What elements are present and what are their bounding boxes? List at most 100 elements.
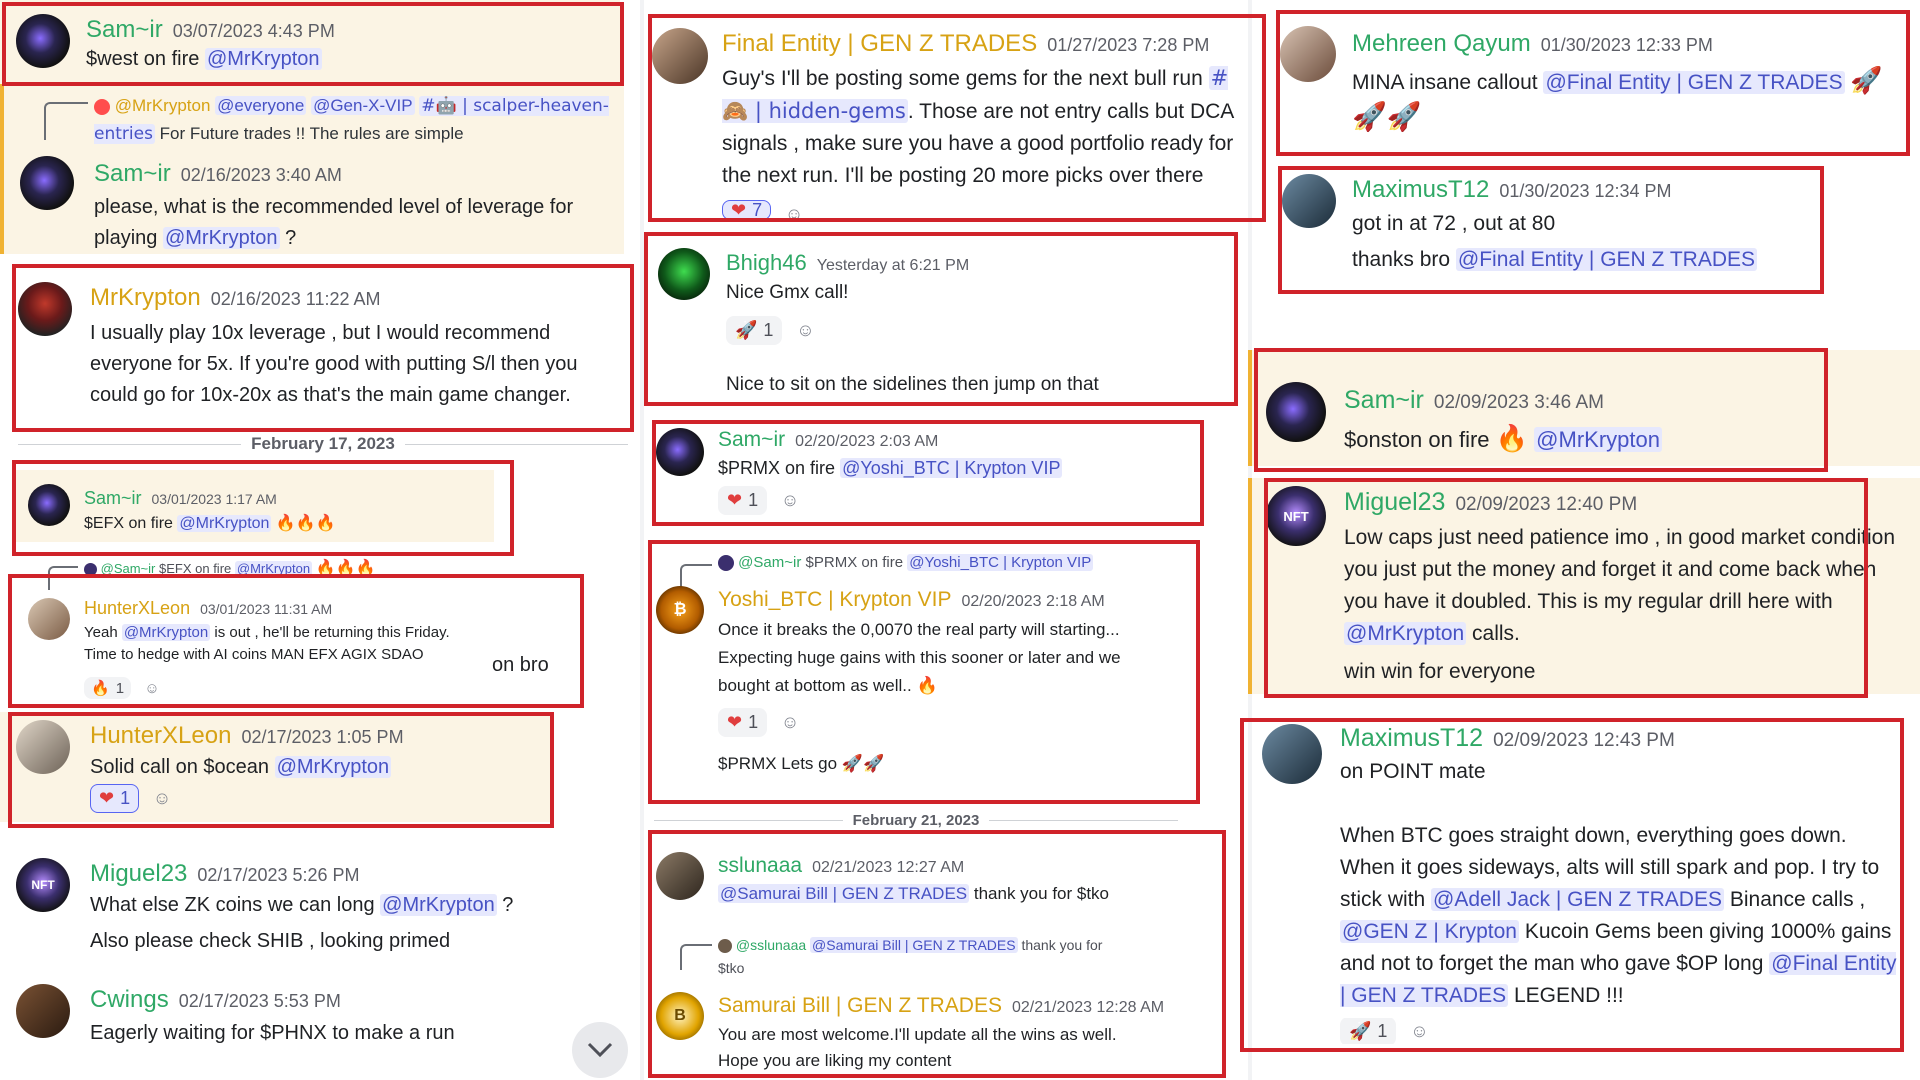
- user-mention[interactable]: @Final Entity | GEN Z TRADES: [1455, 248, 1758, 271]
- message[interactable]: HunterXLeon 03/01/2023 11:31 AM Yeah @Mr…: [14, 584, 549, 704]
- reply-preview[interactable]: @Sam~ir $PRMX on fire @Yoshi_BTC | Krypt…: [718, 554, 1094, 572]
- reply-preview[interactable]: @Sam~ir $EFX on fire @MrKrypton 🔥🔥🔥: [84, 558, 375, 577]
- message[interactable]: Sam~ir 02/09/2023 3:46 AM $onston on fir…: [1248, 350, 1920, 466]
- avatar[interactable]: [1266, 382, 1326, 442]
- username[interactable]: Sam~ir: [86, 16, 163, 44]
- message[interactable]: MrKrypton 02/16/2023 11:22 AM I usually …: [18, 270, 628, 420]
- avatar[interactable]: [656, 852, 704, 900]
- avatar[interactable]: [16, 14, 70, 68]
- username[interactable]: Miguel23: [90, 860, 187, 888]
- user-mention[interactable]: @MrKrypton: [1534, 427, 1662, 452]
- reply-author[interactable]: @sslunaaa: [736, 937, 806, 953]
- avatar[interactable]: B: [656, 992, 704, 1040]
- avatar[interactable]: [28, 598, 70, 640]
- message[interactable]: Sam~ir 03/01/2023 1:17 AM $EFX on fire @…: [14, 470, 494, 542]
- reaction-heart[interactable]: ❤ 1: [90, 784, 140, 813]
- username[interactable]: MrKrypton: [90, 284, 201, 312]
- avatar[interactable]: ₿: [656, 586, 704, 634]
- message[interactable]: Cwings 02/17/2023 5:53 PM Eagerly waitin…: [0, 978, 620, 1078]
- avatar[interactable]: [1262, 724, 1322, 784]
- user-mention[interactable]: @MrKrypton: [121, 624, 211, 641]
- role-mention[interactable]: @Gen-X-VIP: [311, 96, 415, 115]
- message[interactable]: MaximusT12 02/09/2023 12:43 PM on POINT …: [1248, 718, 1920, 1058]
- avatar[interactable]: [656, 428, 704, 476]
- user-mention[interactable]: @Yoshi_BTC | Krypton VIP: [840, 458, 1063, 478]
- username[interactable]: Sam~ir: [1344, 386, 1424, 415]
- reaction-heart[interactable]: ❤ 7: [722, 200, 772, 220]
- reaction-heart[interactable]: ❤ 1: [718, 486, 768, 515]
- username[interactable]: Miguel23: [1344, 488, 1445, 517]
- everyone-mention[interactable]: @everyone: [215, 96, 307, 115]
- message[interactable]: ₿ Yoshi_BTC | Krypton VIP 02/20/2023 2:1…: [648, 580, 1208, 790]
- avatar[interactable]: [20, 156, 74, 210]
- username[interactable]: HunterXLeon: [90, 722, 231, 750]
- user-mention[interactable]: @MrKrypton: [162, 227, 280, 249]
- username[interactable]: sslunaaa: [718, 854, 802, 878]
- message[interactable]: NFT Miguel23 02/09/2023 12:40 PM Low cap…: [1248, 478, 1920, 694]
- message[interactable]: Sam~ir 03/07/2023 4:43 PM $west on fire …: [0, 0, 620, 84]
- avatar[interactable]: NFT: [16, 858, 70, 912]
- username[interactable]: HunterXLeon: [84, 598, 190, 619]
- user-mention[interactable]: @Samurai Bill | GEN Z TRADES: [810, 937, 1018, 953]
- reaction-rocket[interactable]: 🚀 1: [726, 316, 783, 345]
- add-reaction-icon[interactable]: ☺: [779, 200, 809, 221]
- username[interactable]: Bhigh46: [726, 250, 807, 276]
- reaction-rocket[interactable]: 🚀 1: [1340, 1018, 1397, 1044]
- message[interactable]: MaximusT12 01/30/2023 12:34 PM got in at…: [1280, 166, 1820, 290]
- avatar[interactable]: [16, 720, 70, 774]
- message[interactable]: Final Entity | GEN Z TRADES 01/27/2023 7…: [648, 14, 1258, 220]
- avatar[interactable]: [16, 984, 70, 1038]
- reply-author[interactable]: @Sam~ir: [101, 561, 156, 576]
- user-mention[interactable]: @Final Entity | GEN Z TRADES: [1543, 71, 1845, 94]
- reaction-heart[interactable]: ❤ 1: [718, 708, 768, 737]
- user-mention[interactable]: @MrKrypton: [274, 756, 392, 778]
- username[interactable]: MaximusT12: [1352, 176, 1489, 204]
- reply-preview[interactable]: @sslunaaa @Samurai Bill | GEN Z TRADES t…: [718, 934, 1158, 980]
- chevron-down-icon[interactable]: [572, 1022, 628, 1078]
- user-mention[interactable]: @MrKrypton: [234, 561, 313, 576]
- username[interactable]: Sam~ir: [94, 160, 171, 188]
- username[interactable]: Sam~ir: [84, 488, 142, 509]
- user-mention[interactable]: @GEN Z | Krypton: [1340, 920, 1519, 943]
- add-reaction-icon[interactable]: ☺: [775, 487, 805, 515]
- message-with-reply[interactable]: @MrKrypton @everyone @Gen-X-VIP #🤖 | sca…: [0, 84, 624, 254]
- message[interactable]: sslunaaa 02/21/2023 12:27 AM @Samurai Bi…: [648, 848, 1208, 932]
- message-text: Hope you are liking my content: [718, 1051, 952, 1070]
- message[interactable]: Mehreen Qayum 01/30/2023 12:33 PM MINA i…: [1276, 12, 1906, 152]
- username[interactable]: Sam~ir: [718, 428, 785, 452]
- user-mention[interactable]: @MrKrypton: [177, 515, 272, 532]
- username[interactable]: Final Entity | GEN Z TRADES: [722, 30, 1037, 58]
- username[interactable]: Cwings: [90, 986, 169, 1014]
- avatar[interactable]: NFT: [1266, 486, 1326, 546]
- username[interactable]: Mehreen Qayum: [1352, 30, 1531, 58]
- message[interactable]: Bhigh46 Yesterday at 6:21 PM Nice Gmx ca…: [648, 236, 1228, 396]
- user-mention[interactable]: @Yoshi_BTC | Krypton VIP: [907, 554, 1094, 571]
- message[interactable]: B Samurai Bill | GEN Z TRADES 02/21/2023…: [648, 986, 1208, 1080]
- message[interactable]: Sam~ir 02/20/2023 2:03 AM $PRMX on fire …: [648, 422, 1208, 522]
- avatar[interactable]: [28, 484, 70, 526]
- avatar[interactable]: [18, 282, 72, 336]
- username[interactable]: Yoshi_BTC | Krypton VIP: [718, 588, 951, 612]
- add-reaction-icon[interactable]: ☺: [775, 709, 805, 737]
- message[interactable]: HunterXLeon 02/17/2023 1:05 PM Solid cal…: [0, 712, 552, 822]
- username[interactable]: Samurai Bill | GEN Z TRADES: [718, 994, 1002, 1018]
- reply-author[interactable]: @Sam~ir: [738, 554, 801, 571]
- reaction-fire[interactable]: 🔥 1: [84, 677, 132, 699]
- user-mention[interactable]: @MrKrypton: [380, 894, 497, 916]
- add-reaction-icon[interactable]: ☺: [147, 785, 177, 813]
- avatar[interactable]: [1282, 174, 1336, 228]
- reply-author[interactable]: @MrKrypton: [115, 96, 211, 115]
- user-mention[interactable]: @MrKrypton: [1344, 622, 1467, 645]
- add-reaction-icon[interactable]: ☺: [790, 317, 820, 345]
- add-reaction-icon[interactable]: ☺: [1404, 1018, 1434, 1044]
- add-reaction-icon[interactable]: ☺: [137, 674, 167, 702]
- reply-preview[interactable]: @MrKrypton @everyone @Gen-X-VIP #🤖 | sca…: [94, 92, 614, 148]
- message[interactable]: NFT Miguel23 02/17/2023 5:26 PM What els…: [0, 850, 620, 960]
- avatar[interactable]: [652, 28, 708, 84]
- username[interactable]: MaximusT12: [1340, 724, 1483, 753]
- avatar[interactable]: [658, 248, 710, 300]
- user-mention[interactable]: @Samurai Bill | GEN Z TRADES: [718, 884, 970, 903]
- user-mention[interactable]: @MrKrypton: [204, 48, 322, 70]
- user-mention[interactable]: @Adell Jack | GEN Z TRADES: [1431, 888, 1724, 911]
- avatar[interactable]: [1280, 26, 1336, 82]
